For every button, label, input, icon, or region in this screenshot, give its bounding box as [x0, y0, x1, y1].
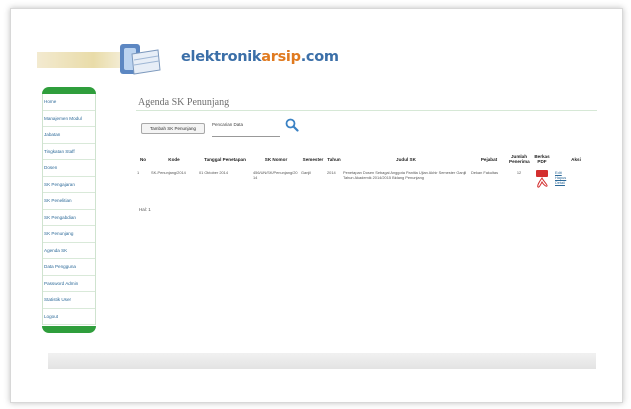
logo-text-main: elektronik: [181, 49, 262, 65]
column-header: Kode: [168, 156, 180, 162]
column-header: Berkas PDF: [534, 154, 550, 164]
cell-aksi: Edit Hapus Detail: [554, 168, 598, 198]
table-header-row: No Kode Tanggal Penetapan SK Nomor Semes…: [136, 150, 598, 168]
cell-pejabat: Dekan Fakultas: [471, 170, 499, 175]
sidebar-menu: Home Manajemen Modul Jabatan Tingkatan S…: [42, 94, 96, 325]
pdf-file-icon[interactable]: [535, 170, 549, 188]
sidebar-item-agenda-sk[interactable]: Agenda SK: [43, 243, 95, 259]
sidebar-item-sk-pengabdian[interactable]: SK Pengabdian: [43, 210, 95, 226]
sidebar-item-logout[interactable]: Logout: [43, 309, 95, 325]
cell-tahun: 2014: [327, 170, 336, 175]
column-header: Tanggal Penetapan: [204, 156, 246, 162]
cell-tanggal: 01 Oktober 2014: [199, 170, 228, 175]
sidebar-item-data-pengguna[interactable]: Data Pengguna: [43, 259, 95, 276]
logo-text-accent: arsip: [261, 49, 301, 65]
column-header: SK Nomor: [264, 156, 288, 162]
sidebar-item-sk-pengajaran[interactable]: SK Pengajaran: [43, 177, 95, 193]
search-box: Pencarian Data: [212, 122, 280, 137]
sidebar-item-manajemen-modul[interactable]: Manajemen Modul: [43, 111, 95, 127]
cell-kode: SK-Penunjang/2014: [151, 170, 186, 175]
cell-jumlah: 12: [516, 170, 522, 175]
table-row: 1 SK-Penunjang/2014 01 Oktober 2014 456/…: [136, 168, 598, 198]
sidebar-item-password-admin[interactable]: Password Admin: [43, 276, 95, 292]
site-logo[interactable]: elektronikarsip.com: [181, 49, 339, 65]
column-header: Tahun: [327, 156, 341, 162]
title-divider: [136, 110, 597, 111]
search-input[interactable]: [212, 129, 280, 137]
pagination[interactable]: Hal: 1: [139, 207, 151, 212]
cell-berkas: [530, 168, 554, 198]
cell-no: 1: [137, 170, 140, 175]
logo-banner: [37, 52, 131, 68]
sidebar-item-dosen[interactable]: Dosen: [43, 160, 95, 177]
sidebar-item-tingkatan-staff[interactable]: Tingkatan Staff: [43, 144, 95, 160]
cell-nomor: 456/UN/SK/Penunjang/2014: [253, 170, 298, 180]
cell-semester: Ganjil: [301, 170, 311, 175]
page-title: Agenda SK Penunjang: [138, 97, 230, 108]
logo-icon: [120, 44, 161, 75]
sidebar-item-statistik-user[interactable]: Statistik User: [43, 292, 95, 309]
sidebar: Home Manajemen Modul Jabatan Tingkatan S…: [42, 87, 96, 333]
column-header: No: [139, 156, 147, 162]
cell-judul: Penetapan Dosen Sebagai Anggota Panitia …: [343, 170, 467, 180]
detail-link[interactable]: Detail: [555, 180, 597, 185]
sidebar-bottom-cap: [42, 326, 96, 333]
sidebar-item-sk-penelitian[interactable]: SK Penelitian: [43, 193, 95, 210]
sidebar-top-cap: [42, 87, 96, 94]
footer-bar: [48, 353, 596, 369]
sidebar-item-home[interactable]: Home: [43, 94, 95, 111]
column-header: Aksi: [571, 156, 581, 162]
sidebar-item-sk-penunjang[interactable]: SK Penunjang: [43, 226, 95, 243]
sidebar-item-jabatan[interactable]: Jabatan: [43, 127, 95, 144]
add-sk-button[interactable]: Tambah SK Penunjang: [141, 123, 205, 134]
search-label: Pencarian Data: [212, 122, 244, 127]
column-header: Judul SK: [396, 156, 416, 162]
column-header: Jumlah Penerima: [509, 154, 530, 164]
column-header: Pejabat: [480, 156, 498, 162]
sk-table: No Kode Tanggal Penetapan SK Nomor Semes…: [136, 150, 598, 198]
logo-text-suffix: .com: [300, 49, 339, 65]
column-header: Semester: [302, 156, 324, 162]
search-icon[interactable]: [285, 118, 299, 132]
